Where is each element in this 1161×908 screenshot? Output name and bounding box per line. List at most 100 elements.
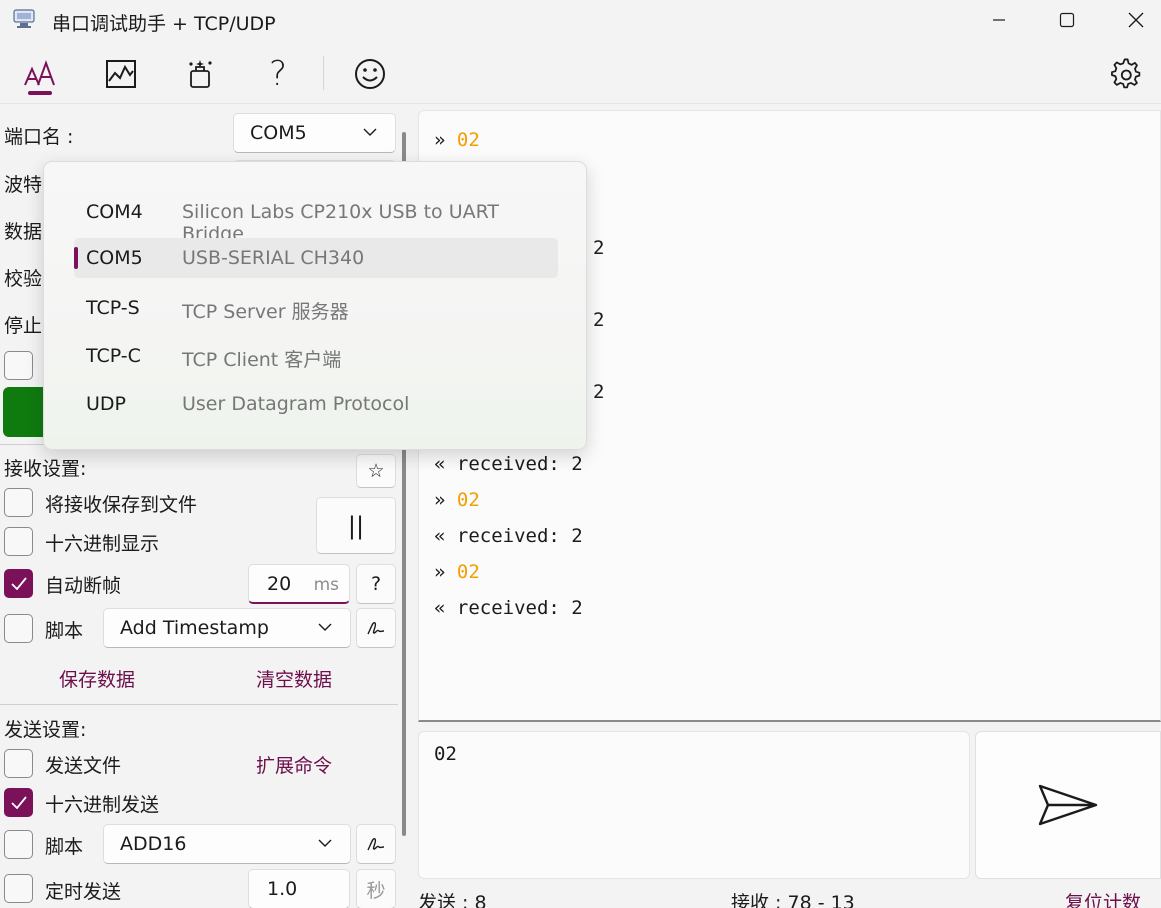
timer-interval-input[interactable]: 1.0 (248, 869, 350, 908)
option-desc: TCP Server 服务器 (182, 301, 349, 323)
option-name: COM5 (86, 247, 143, 269)
dtr-checkbox[interactable] (4, 351, 33, 380)
port-label: 端口名 : (4, 126, 74, 148)
sent-count: 发送 : 8 (418, 892, 487, 908)
send-input-text: 02 (434, 743, 457, 765)
timer-send-label: 定时发送 (45, 881, 122, 903)
send-script-checkbox[interactable] (4, 830, 33, 859)
chart-button[interactable] (97, 52, 145, 96)
auto-frame-value: 20 (267, 572, 292, 595)
receive-script-label: 脚本 (45, 620, 84, 642)
option-name: UDP (86, 393, 126, 415)
send-settings-title: 发送设置: (4, 719, 87, 741)
smiley-icon (355, 59, 385, 89)
timer-send-checkbox[interactable] (4, 874, 33, 903)
port-option-tcp-server[interactable]: TCP-S TCP Server 服务器 (74, 288, 558, 328)
font-button[interactable] (16, 52, 64, 96)
settings-icon (1111, 58, 1141, 89)
edit-receive-script-button[interactable] (356, 608, 396, 648)
toolbar: ? (0, 40, 1161, 104)
send-icon (1038, 784, 1098, 826)
close-button[interactable] (1113, 0, 1159, 40)
hex-display-checkbox[interactable] (4, 527, 33, 556)
receive-script-value: Add Timestamp (120, 617, 269, 639)
auto-frame-input[interactable]: 20 ms (248, 564, 350, 604)
auto-frame-unit: ms (313, 575, 339, 595)
extended-commands-link[interactable]: 扩展命令 (256, 751, 332, 778)
port-select-value: COM5 (250, 122, 307, 144)
pause-icon: || (347, 511, 365, 540)
send-file-label: 发送文件 (45, 755, 122, 777)
save-to-file-label: 将接收保存到文件 (45, 494, 198, 516)
star-icon: ☆ (367, 460, 385, 482)
smiley-button[interactable] (346, 52, 394, 96)
baud-label: 波特 (4, 174, 43, 196)
log-line: 2 (593, 381, 605, 403)
signature-icon (367, 621, 385, 635)
log-line: « received: 2 (434, 597, 583, 619)
divider (0, 704, 398, 705)
chevron-down-icon (318, 839, 332, 847)
check-icon (11, 577, 27, 590)
timer-unit: 秒 (366, 879, 386, 902)
pause-button[interactable]: || (316, 497, 396, 554)
magic-icon (189, 60, 212, 88)
log-line: « received: 2 (434, 453, 583, 475)
minimize-button[interactable] (976, 0, 1022, 40)
close-icon (1128, 12, 1144, 28)
port-select[interactable]: COM5 (233, 113, 396, 153)
send-button[interactable] (975, 731, 1161, 879)
auto-frame-help-button[interactable]: ? (356, 564, 396, 604)
hex-display-label: 十六进制显示 (45, 533, 160, 555)
option-name: COM4 (86, 201, 143, 223)
help-icon: ? (268, 54, 288, 94)
port-dropdown: COM4 Silicon Labs CP210x USB to UART Bri… (43, 161, 587, 450)
option-desc: USB-SERIAL CH340 (182, 247, 365, 269)
data-bits-label: 数据 (4, 221, 43, 243)
maximize-icon (1059, 12, 1075, 28)
log-line: 2 (593, 237, 605, 259)
received-count: 接收 : 78 - 13 (731, 892, 855, 908)
title-bar: 串口调试助手 + TCP/UDP (0, 0, 1161, 40)
check-icon (11, 796, 27, 809)
send-file-checkbox[interactable] (4, 749, 33, 778)
settings-button[interactable] (1102, 52, 1150, 96)
signature-icon (367, 837, 385, 851)
save-to-file-checkbox[interactable] (4, 488, 33, 517)
minimize-icon (993, 19, 1005, 21)
timer-unit-button[interactable]: 秒 (356, 869, 396, 908)
send-script-select[interactable]: ADD16 (103, 824, 351, 864)
log-line: » 02 (434, 561, 480, 583)
chevron-down-icon (363, 128, 377, 136)
receive-script-select[interactable]: Add Timestamp (103, 608, 351, 648)
reset-count-link[interactable]: 复位计数 (1065, 888, 1141, 908)
port-option-udp[interactable]: UDP User Datagram Protocol (74, 384, 558, 424)
edit-send-script-button[interactable] (356, 824, 396, 864)
auto-frame-checkbox[interactable] (4, 569, 33, 598)
option-desc: TCP Client 客户端 (182, 349, 342, 371)
send-input[interactable]: 02 (418, 731, 970, 879)
favorite-button[interactable]: ☆ (356, 454, 396, 488)
receive-script-checkbox[interactable] (4, 614, 33, 643)
hex-send-checkbox[interactable] (4, 788, 33, 817)
magic-button[interactable] (176, 52, 224, 96)
auto-frame-label: 自动断帧 (45, 575, 122, 597)
maximize-button[interactable] (1044, 0, 1090, 40)
log-line: 2 (593, 309, 605, 331)
option-desc: User Datagram Protocol (182, 393, 410, 415)
log-line: » 02 (434, 129, 480, 151)
font-icon (24, 60, 55, 86)
port-option-com4[interactable]: COM4 Silicon Labs CP210x USB to UART Bri… (74, 192, 558, 245)
timer-interval-value: 1.0 (267, 878, 298, 900)
window-title: 串口调试助手 + TCP/UDP (52, 13, 276, 35)
active-tab-indicator (28, 91, 52, 95)
stop-bits-label: 停止 (4, 315, 43, 337)
option-name: TCP-C (86, 345, 141, 367)
clear-data-link[interactable]: 清空数据 (256, 665, 332, 692)
save-data-link[interactable]: 保存数据 (59, 665, 135, 692)
port-option-com5[interactable]: COM5 USB-SERIAL CH340 (74, 238, 558, 278)
parity-label: 校验 (4, 268, 43, 290)
port-option-tcp-client[interactable]: TCP-C TCP Client 客户端 (74, 336, 558, 376)
help-button[interactable]: ? (254, 52, 302, 96)
send-script-label: 脚本 (45, 836, 84, 858)
